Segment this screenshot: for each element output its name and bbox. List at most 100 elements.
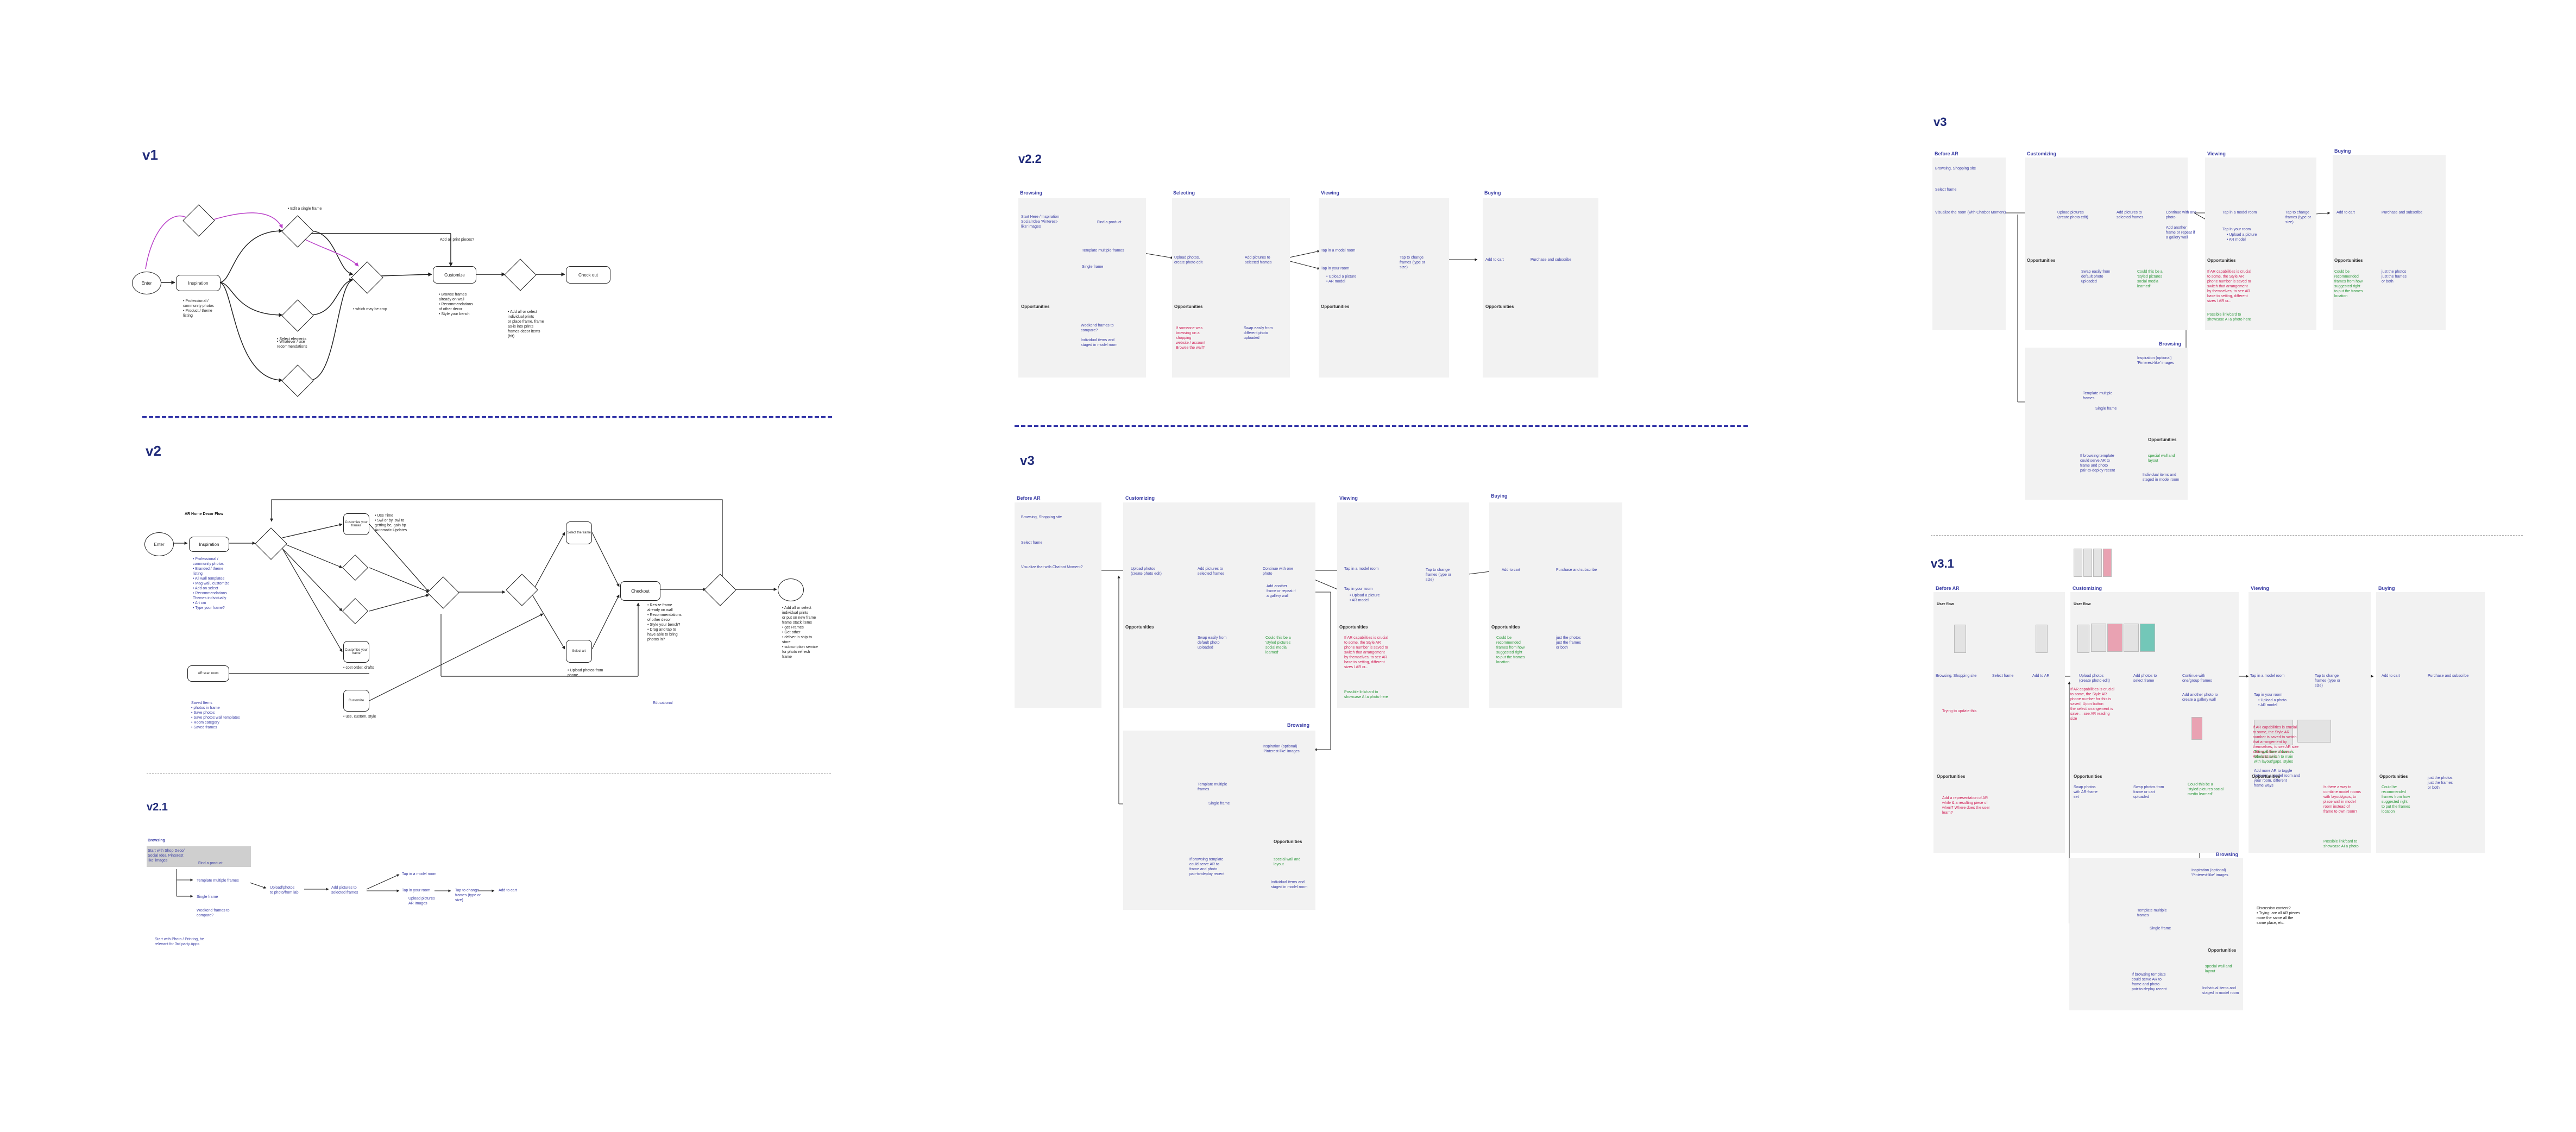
v3r-opp2-blue: If browsing template could serve AR to f… bbox=[2080, 454, 2115, 473]
v31-opp-before-red: Add a representation of AR while & a res… bbox=[1942, 796, 1990, 815]
v22-viewing-panel bbox=[1319, 198, 1449, 378]
v31-customizing-title: Customizing bbox=[2073, 586, 2102, 591]
v21-inspiration: Start with Shop Deco/ Social Idea 'Pinte… bbox=[148, 849, 185, 863]
v2-select-frame-node[interactable]: Select the frame bbox=[566, 521, 592, 544]
v31-inspiration: Inspiration (optional) 'Pinterest-like' … bbox=[2191, 869, 2228, 877]
v3r-viewing-panel bbox=[2205, 158, 2316, 330]
v31-tap-model: Tap in a model room bbox=[2250, 674, 2285, 678]
v1-customize-node[interactable]: Customize bbox=[433, 266, 476, 284]
v3r-before-panel bbox=[1932, 158, 2006, 330]
v31-screen-thumbnail bbox=[2077, 625, 2089, 653]
v1-customize-notes: • Browse frames already on wall • Recomm… bbox=[439, 293, 473, 316]
v31-opp2-blue2: Individual items and staged in model roo… bbox=[2202, 986, 2239, 995]
v1-start-node[interactable]: Enter bbox=[132, 272, 161, 294]
v3r-template: Template multiple frames bbox=[2083, 392, 2113, 400]
v21-upload: Upload/photos to photo/from lab bbox=[270, 886, 299, 895]
v31-screen-thumbnail bbox=[2091, 624, 2106, 652]
v31-screen-thumbnail bbox=[2191, 717, 2202, 740]
v31-screen-thumbnail bbox=[1954, 625, 1966, 653]
v2-final-notes: • Add all or select individual prints or… bbox=[782, 606, 818, 659]
v22-opp-title: Opportunities bbox=[1021, 304, 1050, 309]
v3r-opp2-green: special wall and layout bbox=[2148, 454, 2175, 463]
v2-inspiration-node[interactable]: Inspiration bbox=[189, 537, 229, 552]
v1-magenta-edges bbox=[145, 212, 359, 269]
v2-check-notes: • Resize frame already on wall • Recomme… bbox=[647, 603, 682, 642]
v3r-upload: Upload pictures (create photo edit) bbox=[2057, 211, 2088, 219]
v1-checkout-node[interactable]: Check out bbox=[566, 266, 610, 284]
v3r-tap-model: Tap in a model room bbox=[2222, 211, 2257, 215]
v2-ar-scan-node[interactable]: AR scan room bbox=[187, 665, 229, 682]
v31-screen-thumbnail bbox=[2140, 624, 2155, 652]
v3m-opp2-green: special wall and layout bbox=[1274, 858, 1301, 866]
v22-template: Template multiple frames bbox=[1082, 249, 1124, 253]
v3r-opp-title: Opportunities bbox=[2334, 258, 2363, 263]
v3m-opp-view-red: If AR capabilities is crucial to some, t… bbox=[1344, 636, 1388, 669]
v3m-purchase: Purchase and subscribe bbox=[1556, 568, 1597, 572]
v2-customize-frames-node[interactable]: Customize your frames bbox=[343, 513, 369, 535]
v31-tap-own: Tap in your room bbox=[2254, 693, 2283, 697]
v31-opp-view-green: Possible link/card to showcase AI a phot… bbox=[2323, 840, 2359, 848]
v2-flow-title: AR Home Decor Flow bbox=[185, 512, 224, 516]
v31-before-title: Before AR bbox=[1936, 586, 1960, 591]
v31-opp-cust-green: Could this be a 'styled pictures social … bbox=[2188, 783, 2224, 796]
v3r-opp-title: Opportunities bbox=[2207, 258, 2236, 263]
v31-browsing-shop: Browsing, Shopping site bbox=[1936, 674, 1977, 678]
v1-inspiration-node[interactable]: Inspiration bbox=[176, 275, 221, 291]
v3m-opp-buy: Could be recommended frames from how sug… bbox=[1496, 636, 1525, 664]
v31-discussion-note: Discussion content? • Trying: are all AR… bbox=[2257, 907, 2300, 925]
v3m-before-panel bbox=[1015, 502, 1101, 708]
v22-selecting-panel bbox=[1172, 198, 1290, 378]
v22-opp-select-red: If someone was browsing on a shopping we… bbox=[1176, 326, 1206, 350]
v21-add-pictures: Add pictures to selected frames bbox=[331, 886, 358, 895]
v31-add-cart: Add to cart bbox=[2382, 674, 2400, 678]
v22-tap-change: Tap to change frames (type or size) bbox=[1400, 256, 1426, 269]
v3m-browsing-title: Browsing bbox=[1287, 722, 1310, 728]
section-title-v3-right: v3 bbox=[1933, 115, 1947, 129]
v3m-customizing-panel bbox=[1123, 502, 1315, 708]
v31-add-another: Add another photo to create a gallery wa… bbox=[2182, 693, 2218, 702]
v2-customize-art-node[interactable]: Customize your frame bbox=[343, 641, 369, 663]
v31-opp-title: Opportunities bbox=[2074, 774, 2102, 779]
v22-opp-title: Opportunities bbox=[1174, 304, 1203, 309]
v21-single: Single frame bbox=[197, 895, 218, 899]
v3r-buying-title: Buying bbox=[2334, 148, 2351, 154]
v31-tap-change: Tap to change frames (type or size) bbox=[2315, 674, 2341, 688]
v3r-opp-buy: Could be recommended frames from how sug… bbox=[2334, 270, 2363, 298]
v31-opp-title: Opportunities bbox=[2252, 774, 2281, 779]
v31-screen-thumbnail bbox=[2083, 549, 2092, 577]
v2-customize-node[interactable]: Customize bbox=[343, 690, 369, 712]
v31-add-ar: Add to AR bbox=[2032, 674, 2050, 678]
v2-start-node[interactable]: Enter bbox=[144, 532, 174, 556]
v3m-inspiration: Inspiration (optional) 'Pinterest-like' … bbox=[1263, 745, 1300, 753]
v3r-opp2-blue2: Individual items and staged in model roo… bbox=[2143, 473, 2180, 482]
v3m-add-cart: Add to cart bbox=[1502, 568, 1520, 572]
v3m-customizing-title: Customizing bbox=[1125, 495, 1155, 501]
section-separator bbox=[142, 416, 832, 418]
v3m-opp-cust-green: Could this be a 'styled pictures social … bbox=[1265, 636, 1291, 655]
v22-add-pictures: Add pictures to selected frames bbox=[1245, 256, 1272, 265]
v31-screen-thumbnail bbox=[2036, 625, 2048, 653]
v22-opp-title: Opportunities bbox=[1321, 304, 1350, 309]
v2-order-note: • cost order, drafts bbox=[343, 666, 374, 670]
section-separator bbox=[1015, 425, 1748, 427]
v31-opp-view-red: Is there a way to combine model rooms wi… bbox=[2323, 785, 2361, 814]
v31-opp-title: Opportunities bbox=[1937, 774, 1966, 779]
v21-weekend-note: Weekend frames to compare? bbox=[197, 909, 230, 917]
v3m-tap-own: Tap in your room bbox=[1344, 587, 1373, 591]
v2-saved-items: Saved Items • photos in frame • Save pho… bbox=[191, 701, 240, 729]
v31-viewing-title: Viewing bbox=[2251, 586, 2269, 591]
v1-checkout-notes: • Add all or select individual prints or… bbox=[508, 310, 544, 338]
v1-side-note: • Edit a single frame bbox=[288, 207, 322, 211]
v2-checkout-node[interactable]: Checkout bbox=[620, 581, 660, 601]
v21-tap-model: Tap in a model room bbox=[402, 872, 437, 876]
v2-select-art-node[interactable]: Select art bbox=[566, 640, 592, 663]
v3r-opp-title: Opportunities bbox=[2148, 437, 2177, 442]
v3r-add-cart: Add to cart bbox=[2336, 211, 2355, 215]
v31-continue: Continue with one/group frames bbox=[2182, 674, 2212, 683]
v3m-viewing-title: Viewing bbox=[1339, 495, 1358, 501]
v22-buying-panel bbox=[1483, 198, 1598, 378]
v3r-own-bullets: • Upload a picture • AR model bbox=[2227, 233, 2257, 242]
v22-add-cart: Add to cart bbox=[1485, 258, 1504, 262]
v2-end-node[interactable] bbox=[778, 578, 804, 601]
v2-wall-notes: • Use Time • Swi or by, swi to getting b… bbox=[375, 514, 407, 532]
